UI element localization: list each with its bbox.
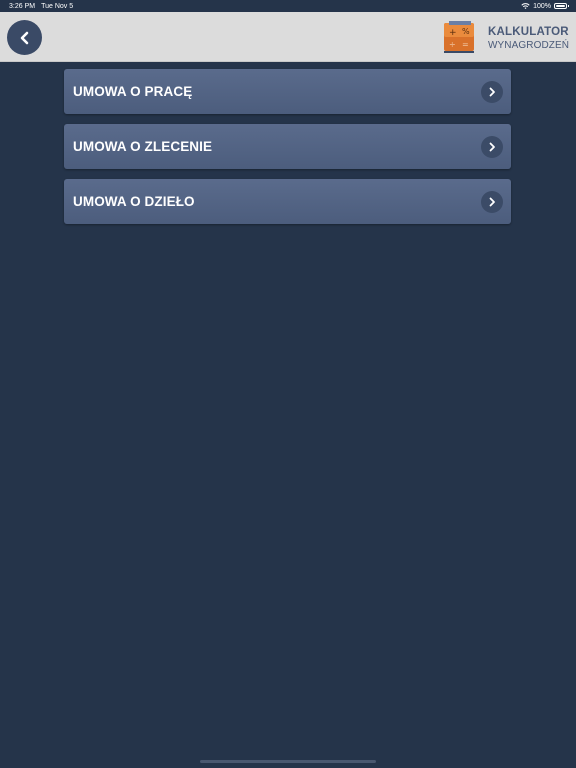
svg-text:=: = — [462, 40, 469, 49]
battery-percent: 100% — [533, 2, 551, 10]
chevron-left-icon — [20, 31, 28, 44]
menu-item-umowa-o-prace[interactable]: UMOWA O PRACĘ — [64, 69, 511, 114]
menu-item-label: UMOWA O ZLECENIE — [73, 139, 213, 154]
menu-item-label: UMOWA O DZIEŁO — [73, 194, 195, 209]
logo-title: KALKULATOR — [488, 26, 569, 38]
menu-item-label: UMOWA O PRACĘ — [73, 84, 193, 99]
status-date: Tue Nov 5 — [41, 2, 74, 10]
chevron-right-icon — [481, 190, 503, 213]
menu-item-umowa-o-zlecenie[interactable]: UMOWA O ZLECENIE — [64, 124, 511, 169]
svg-text:÷: ÷ — [449, 40, 456, 49]
svg-text:+: + — [449, 28, 457, 38]
nav-bar: + % ÷ = KALKULATOR WYNAGRODZEŃ — [0, 12, 576, 62]
status-time: 3:26 PM — [9, 2, 36, 10]
chevron-right-icon — [481, 80, 503, 103]
app-logo-text: KALKULATOR WYNAGRODZEŃ — [488, 26, 569, 52]
status-bar: 3:26 PM Tue Nov 5 100% — [0, 0, 576, 12]
calculator-icon: + % ÷ = — [442, 20, 476, 54]
home-indicator[interactable] — [200, 760, 376, 763]
svg-text:%: % — [462, 27, 470, 36]
chevron-right-icon — [481, 135, 503, 158]
logo-subtitle: WYNAGRODZEŃ — [488, 40, 570, 51]
wifi-icon — [521, 2, 530, 9]
status-right: 100% — [521, 2, 569, 10]
status-left: 3:26 PM Tue Nov 5 — [9, 3, 73, 10]
battery-icon — [554, 3, 569, 9]
menu-item-umowa-o-dzielo[interactable]: UMOWA O DZIEŁO — [64, 179, 511, 224]
contract-menu: UMOWA O PRACĘ UMOWA O ZLECENIE UMOWA O D… — [64, 69, 511, 234]
back-button[interactable] — [7, 20, 42, 55]
